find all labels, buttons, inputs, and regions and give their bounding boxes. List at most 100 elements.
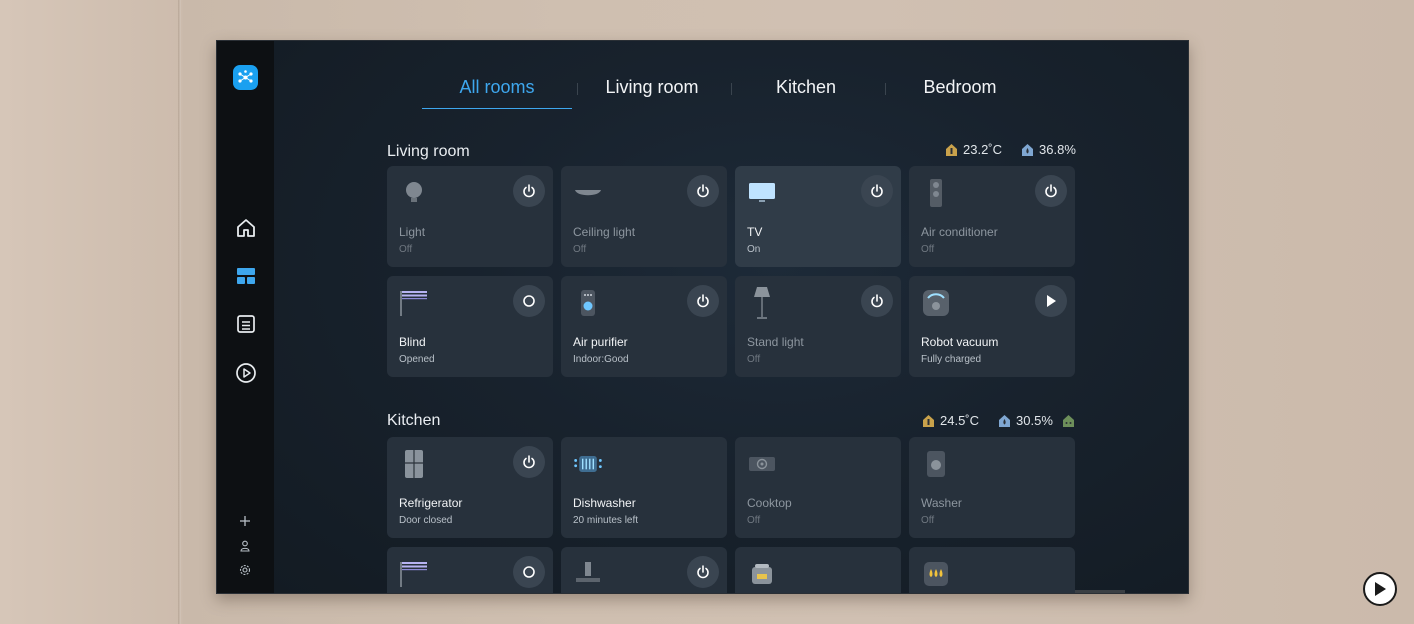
power-icon[interactable] <box>861 285 893 317</box>
device-status: Fully charged <box>921 354 982 365</box>
air-quality-icon <box>1062 414 1074 427</box>
device-name: Dishwasher <box>573 496 636 510</box>
device-status: Off <box>747 354 761 365</box>
video-play-button[interactable] <box>1363 572 1397 606</box>
device-name: Washer <box>921 496 962 510</box>
refrigerator-icon <box>399 449 429 479</box>
ceiling-light-icon <box>573 178 603 208</box>
device-name: Blind <box>399 335 426 349</box>
section-title-kitchen: Kitchen <box>387 412 441 429</box>
room-climate-stats: 23.2˚C 36.8% <box>946 142 1076 157</box>
device-status: Opened <box>399 354 435 365</box>
section-title-living-room: Living room <box>387 143 470 160</box>
device-card-air-purifier[interactable]: Air purifier Indoor:Good <box>561 276 727 377</box>
device-name: Ceiling light <box>573 225 636 239</box>
device-card-blind[interactable]: Blind Opened <box>387 276 553 377</box>
hood-icon <box>573 559 603 589</box>
list-icon[interactable] <box>234 312 258 336</box>
device-card-tv[interactable]: TV On <box>735 166 901 267</box>
device-name: Refrigerator <box>399 496 463 510</box>
device-name: TV <box>747 225 763 239</box>
robot-vacuum-icon <box>921 288 951 318</box>
dishwasher-icon <box>573 449 603 479</box>
stand-light-icon <box>747 287 777 319</box>
blind-icon <box>399 559 429 589</box>
device-card-unnamed[interactable] <box>909 547 1075 593</box>
device-status: Off <box>573 244 587 255</box>
device-name: Robot vacuum <box>921 335 999 349</box>
toggle-circle-icon[interactable] <box>513 285 545 317</box>
device-card-light[interactable]: Light Off <box>387 166 553 267</box>
device-card-stand-light[interactable]: Stand light Off <box>735 276 901 377</box>
wall-left <box>0 0 180 624</box>
air-conditioner-icon <box>921 178 951 208</box>
tab-all-rooms[interactable]: All rooms <box>422 77 572 109</box>
power-icon[interactable] <box>687 175 719 207</box>
sidebar <box>217 41 274 593</box>
device-card-cooktop[interactable]: Cooktop Off <box>735 437 901 538</box>
device-status: On <box>747 244 761 255</box>
device-name: Stand light <box>747 335 804 349</box>
device-card-unnamed[interactable] <box>561 547 727 593</box>
washer-icon <box>921 449 951 479</box>
settings-gear-icon[interactable] <box>238 563 252 577</box>
temperature-icon <box>946 143 957 156</box>
device-name: Light <box>399 225 426 239</box>
temperature-value: 24.5˚C <box>940 413 980 428</box>
power-icon[interactable] <box>687 556 719 588</box>
air-purifier-icon <box>573 288 603 318</box>
tab-kitchen[interactable]: Kitchen <box>731 77 881 109</box>
tab-living-room[interactable]: Living room <box>577 77 727 109</box>
power-icon[interactable] <box>1035 175 1067 207</box>
device-status: Door closed <box>399 515 453 526</box>
home-icon[interactable] <box>234 216 258 240</box>
room-tabs: All rooms Living room Kitchen Bedroom <box>422 41 1044 111</box>
power-icon[interactable] <box>687 285 719 317</box>
device-card-unnamed[interactable] <box>735 547 901 593</box>
wall-corner <box>178 0 181 624</box>
device-status: Off <box>747 515 761 526</box>
cooktop-icon <box>747 449 777 479</box>
humidity-icon <box>1022 143 1034 156</box>
devices-dashboard-icon[interactable] <box>234 264 258 288</box>
blind-icon <box>399 288 429 318</box>
temperature-value: 23.2˚C <box>963 142 1003 157</box>
bulb-icon <box>399 178 429 208</box>
power-icon[interactable] <box>861 175 893 207</box>
device-card-robot-vacuum[interactable]: Robot vacuum Fully charged <box>909 276 1075 377</box>
rice-cooker-icon <box>747 559 777 589</box>
device-card-dishwasher[interactable]: Dishwasher 20 minutes left <box>561 437 727 538</box>
tab-bedroom[interactable]: Bedroom <box>885 77 1035 109</box>
device-card-washer[interactable]: Washer Off <box>909 437 1075 538</box>
device-card-air-conditioner[interactable]: Air conditioner Off <box>909 166 1075 267</box>
device-status: 20 minutes left <box>573 515 639 526</box>
kitchen-climate-stats: 24.5˚C 30.5% <box>923 413 1074 428</box>
tv-stand <box>1075 590 1125 593</box>
device-status: Off <box>921 244 935 255</box>
play-icon[interactable] <box>1035 285 1067 317</box>
power-icon[interactable] <box>513 175 545 207</box>
toggle-circle-icon[interactable] <box>513 556 545 588</box>
device-card-ceiling-light[interactable]: Ceiling light Off <box>561 166 727 267</box>
humidity-value: 36.8% <box>1039 142 1076 157</box>
profile-icon[interactable] <box>238 539 252 553</box>
temperature-icon <box>923 414 934 427</box>
device-status: Indoor:Good <box>573 354 629 365</box>
smartthings-logo-icon[interactable] <box>233 65 258 90</box>
device-card-refrigerator[interactable]: Refrigerator Door closed <box>387 437 553 538</box>
tv-icon <box>747 178 777 208</box>
humidity-value: 30.5% <box>1016 413 1053 428</box>
add-icon[interactable] <box>238 514 252 528</box>
device-name: Air purifier <box>573 335 628 349</box>
device-name: Air conditioner <box>921 225 998 239</box>
device-status: Off <box>399 244 413 255</box>
play-circle-icon[interactable] <box>234 361 258 385</box>
main-content: All rooms Living room Kitchen Bedroom Li… <box>274 41 1188 593</box>
tv-screen: All rooms Living room Kitchen Bedroom Li… <box>216 40 1189 594</box>
device-status: Off <box>921 515 935 526</box>
device-card-unnamed[interactable] <box>387 547 553 593</box>
humidity-icon <box>999 414 1011 427</box>
power-icon[interactable] <box>513 446 545 478</box>
oil-icon <box>921 559 951 589</box>
device-name: Cooktop <box>747 496 792 510</box>
